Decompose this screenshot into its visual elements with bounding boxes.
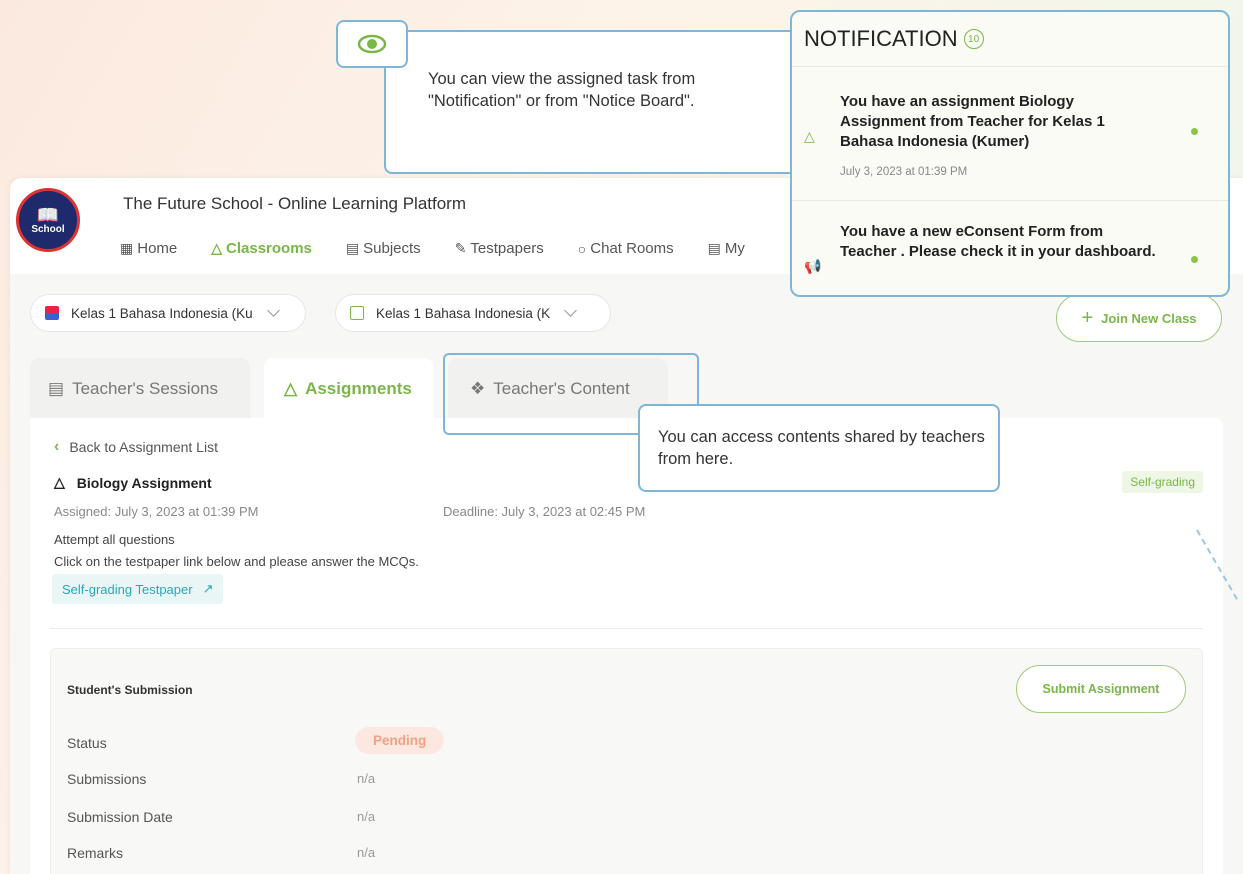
assignment-panel: ‹ Back to Assignment List △ Biology Assi… <box>30 418 1223 874</box>
monitor-icon <box>350 306 364 320</box>
join-new-class-button[interactable]: + Join New Class <box>1056 294 1222 342</box>
tab-teachers-sessions[interactable]: ▤ Teacher's Sessions <box>30 358 250 420</box>
chevron-left-icon: ‹ <box>54 438 60 455</box>
pen-icon: △ <box>284 379 298 398</box>
nav-classrooms[interactable]: △ Classrooms <box>211 240 312 257</box>
notification-tip-callout: You can view the assigned task from "Not… <box>384 30 798 174</box>
nav-my[interactable]: ▤ My <box>708 240 745 257</box>
grid-icon: ▦ <box>120 240 134 256</box>
calendar-icon: ▤ <box>48 379 65 398</box>
submission-title: Student's Submission <box>67 683 193 697</box>
submissions-value: n/a <box>357 771 376 786</box>
testpaper-link[interactable]: Self-grading Testpaper ↗ <box>52 574 224 604</box>
external-link-icon: ↗ <box>202 581 214 596</box>
eye-icon <box>336 20 408 68</box>
deadline-date: Deadline: July 3, 2023 at 02:45 PM <box>443 504 646 519</box>
class-flag-icon <box>45 306 59 320</box>
assigned-date: Assigned: July 3, 2023 at 01:39 PM <box>54 504 259 519</box>
divider <box>50 628 1203 629</box>
nav-subjects[interactable]: ▤ Subjects <box>346 240 421 257</box>
chevron-down-icon <box>564 304 577 317</box>
nav-chat-rooms[interactable]: ○ Chat Rooms <box>578 240 674 257</box>
back-to-list-link[interactable]: ‹ Back to Assignment List <box>54 438 218 456</box>
class-selector[interactable]: Kelas 1 Bahasa Indonesia (Ku <box>30 294 306 332</box>
submission-date-label: Submission Date <box>67 809 173 825</box>
status-label: Status <box>67 735 107 751</box>
notification-panel: NOTIFICATION 10 △ You have an assignment… <box>790 10 1230 297</box>
notification-item[interactable]: 📢 You have a new eConsent Form from Teac… <box>792 202 1228 295</box>
status-badge: Pending <box>355 727 445 754</box>
book-icon: ▤ <box>345 240 360 256</box>
unread-dot <box>1191 256 1198 263</box>
school-logo[interactable]: 📖 School <box>16 188 80 252</box>
megaphone-icon: 📢 <box>804 258 822 274</box>
remarks-value: n/a <box>357 845 376 860</box>
notification-count-badge: 10 <box>963 29 984 49</box>
assignment-title: △ Biology Assignment <box>54 474 212 491</box>
nav-home[interactable]: ▦ Home <box>120 240 177 257</box>
tab-assignments[interactable]: △ Assignments <box>264 358 434 420</box>
notification-header: NOTIFICATION 10 <box>804 26 984 52</box>
divider <box>792 66 1228 67</box>
main-nav: ▦ Home △ Classrooms ▤ Subjects ✎ Testpap… <box>120 240 779 257</box>
book-icon: 📖 <box>36 204 60 225</box>
app-title: The Future School - Online Learning Plat… <box>123 194 467 213</box>
self-grading-badge: Self-grading <box>1122 471 1203 493</box>
pen-icon: △ <box>54 474 65 490</box>
submission-date-value: n/a <box>357 809 376 824</box>
submit-assignment-button[interactable]: Submit Assignment <box>1016 665 1186 713</box>
calendar-icon: ▤ <box>707 240 721 256</box>
chat-icon: ○ <box>577 240 587 257</box>
document-icon: ✎ <box>454 240 467 256</box>
divider <box>792 200 1228 201</box>
pen-icon: △ <box>211 240 223 256</box>
plus-icon: + <box>1081 306 1094 329</box>
instruction-line-1: Attempt all questions <box>54 532 175 547</box>
notification-item[interactable]: △ You have an assignment Biology Assignm… <box>792 68 1228 200</box>
subject-selector[interactable]: Kelas 1 Bahasa Indonesia (K <box>335 294 611 332</box>
student-submission-section: Student's Submission Submit Assignment S… <box>50 648 1203 874</box>
remarks-label: Remarks <box>67 845 124 861</box>
pen-icon: △ <box>804 128 815 144</box>
instruction-line-2: Click on the testpaper link below and pl… <box>54 554 419 569</box>
unread-dot <box>1191 128 1198 135</box>
submissions-label: Submissions <box>67 771 147 787</box>
content-tip-callout: You can access contents shared by teache… <box>638 404 1000 492</box>
chevron-down-icon <box>266 304 280 317</box>
nav-testpapers[interactable]: ✎ Testpapers <box>455 240 544 257</box>
